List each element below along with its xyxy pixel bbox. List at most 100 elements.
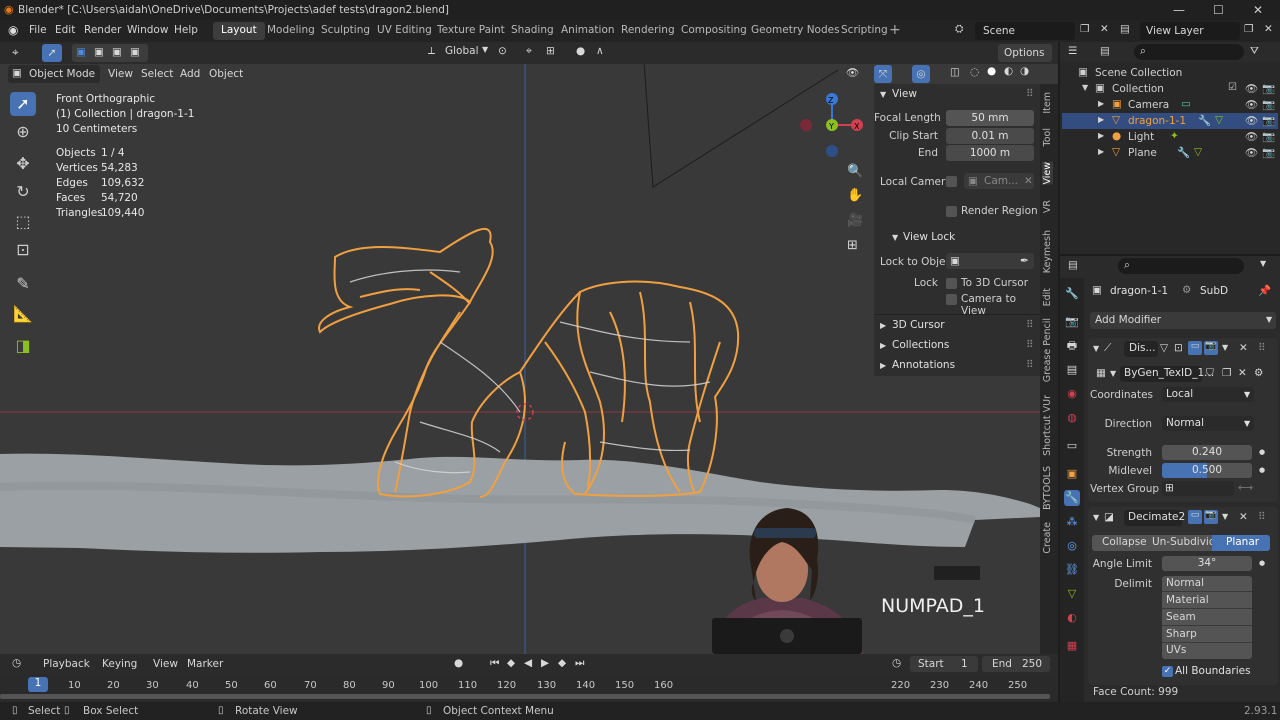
solid-shading-icon[interactable]: ● (987, 65, 996, 77)
keyframe-dot-icon[interactable]: ● (1259, 559, 1265, 567)
next-keyframe-icon[interactable]: ◆ (558, 657, 566, 669)
eye-icon[interactable]: 👁 (1245, 114, 1258, 127)
scene-selector[interactable]: Scene (975, 22, 1075, 40)
menu-object[interactable]: Object (209, 68, 243, 80)
chevron-down-icon[interactable]: ▼ (1260, 259, 1266, 268)
play-icon[interactable]: ▶ (541, 657, 549, 669)
outliner-collection[interactable]: ▼ ▣ Collection ☑ 👁 📷 (1062, 81, 1278, 97)
camera-data-icon[interactable]: ▭ (1181, 98, 1191, 110)
outliner-item-plane[interactable]: ▶ ▽ Plane 🔧 ▽ 👁 📷 (1062, 145, 1278, 161)
outliner-editor-icon[interactable]: ☰ (1068, 45, 1077, 57)
outliner-item-dragon[interactable]: ▶ ▽ dragon-1-1 🔧 ▽ 👁 📷 (1062, 113, 1278, 129)
minimize-button[interactable]: — (1173, 3, 1185, 17)
zoom-icon[interactable]: 🔍 (847, 164, 863, 179)
current-frame-indicator[interactable]: 1 (28, 677, 48, 692)
eye-icon[interactable]: 👁 (1245, 130, 1258, 143)
close-window-button[interactable]: ✕ (1253, 3, 1263, 17)
delimit-seam[interactable]: Seam (1162, 609, 1252, 626)
falloff-icon[interactable]: ∧ (596, 45, 604, 57)
tab-item[interactable]: Item (1042, 92, 1053, 114)
render-toggle-icon[interactable]: 📷 (1204, 510, 1218, 524)
menu-playback[interactable]: Playback (43, 658, 90, 670)
gizmo-toggle-icon[interactable]: ⤧ (874, 65, 892, 83)
timeline-editor-icon[interactable]: ◷ (12, 657, 21, 669)
options-dropdown[interactable]: Options (998, 44, 1052, 62)
measure-tool-icon[interactable]: 📐 (10, 302, 36, 326)
ortho-grid-icon[interactable]: ⊞ (847, 238, 858, 253)
cursor-tool-icon[interactable]: ⊕ (10, 120, 36, 144)
chevron-right-icon[interactable]: ▶ (880, 361, 886, 370)
drag-handle-icon[interactable]: ⠿ (1026, 319, 1034, 331)
cage-toggle-icon[interactable]: ⊡ (1174, 342, 1183, 354)
chevron-right-icon[interactable]: ▶ (880, 321, 886, 330)
local-camera-field[interactable]: ▣ Cam... ✕ (964, 173, 1034, 189)
move-tool-icon[interactable]: ✥ (10, 152, 36, 176)
lock-object-field[interactable]: ▣ ✒ (946, 253, 1034, 269)
delimit-material[interactable]: Material (1162, 592, 1252, 609)
menu-edit[interactable]: Edit (55, 24, 75, 36)
set-selection-icon[interactable]: ▣ (76, 46, 86, 58)
select-box-tool-icon[interactable]: ➚ (10, 92, 36, 116)
camera-render-icon[interactable]: 📷 (1262, 130, 1275, 143)
pan-hand-icon[interactable]: ✋ (847, 188, 863, 203)
rotate-tool-icon[interactable]: ↻ (10, 180, 36, 204)
3d-viewport[interactable]: Z X Y ⌖ ➚ ▣ ▣ ▣ ▣ ⟂ Global ▼ ⊙ ⌖ ⊞ ● ∧ O… (0, 42, 1058, 654)
add-workspace-icon[interactable]: + (889, 22, 901, 38)
lock-cursor-checkbox[interactable] (946, 278, 957, 289)
menu-view[interactable]: View (108, 68, 133, 80)
chevron-down-icon[interactable]: ▼ (1093, 344, 1099, 353)
mode-planar-button[interactable]: Planar (1212, 535, 1270, 551)
tab-scripting[interactable]: Scripting (833, 22, 896, 40)
visibility-icon[interactable]: 👁 (846, 66, 859, 79)
eye-icon[interactable]: 👁 (1245, 82, 1258, 95)
chevron-right-icon[interactable]: ▶ (1098, 115, 1104, 124)
tab-geometry-nodes[interactable]: Geometry Nodes (743, 22, 848, 40)
fake-user-shield-icon[interactable]: ⛉ (1206, 367, 1214, 380)
rendered-shading-icon[interactable]: ◑ (1020, 65, 1029, 77)
duplicate-icon[interactable]: ❐ (1222, 367, 1231, 379)
invert-arrows-icon[interactable]: ⟷ (1238, 482, 1253, 494)
mode-selector[interactable]: ▣ Object Mode (8, 65, 100, 83)
chevron-down-icon[interactable]: ▼ (880, 90, 886, 99)
tab-vr[interactable]: VR (1042, 200, 1053, 213)
material-shading-icon[interactable]: ◐ (1004, 65, 1013, 77)
view-layer-icon[interactable]: ▤ (1120, 23, 1130, 35)
drag-handle-icon[interactable]: ⠿ (1026, 88, 1034, 100)
mesh-data-icon[interactable]: ▽ (1194, 146, 1202, 158)
camera-render-icon[interactable]: 📷 (1262, 82, 1275, 95)
vertex-group-field[interactable]: ⊞ (1162, 481, 1234, 496)
timeline-scrollbar[interactable] (0, 694, 1050, 699)
menu-window[interactable]: Window (127, 24, 168, 36)
modifier-properties-icon[interactable]: 🔧 (1064, 490, 1080, 506)
clip-end-field[interactable]: 1000 m (946, 145, 1034, 161)
remove-modifier-icon[interactable]: ✕ (1239, 342, 1248, 354)
viewport-toggle-icon[interactable]: ▭ (1188, 341, 1202, 355)
angle-limit-field[interactable]: 34° (1162, 556, 1252, 571)
view-lock-header[interactable]: View Lock (903, 231, 955, 243)
invert-selection-icon[interactable]: ▣ (130, 46, 140, 58)
chevron-down-icon[interactable]: ▼ (1082, 83, 1088, 92)
properties-search-input[interactable]: ⌕ (1118, 258, 1244, 274)
chevron-down-icon[interactable]: ▼ (1110, 369, 1116, 378)
tab-edit[interactable]: Edit (1042, 288, 1053, 306)
add-cube-tool-icon[interactable]: ◨ (10, 334, 36, 358)
properties-editor-icon[interactable]: ▤ (1068, 259, 1078, 271)
tab-keymesh[interactable]: Keymesh (1042, 230, 1053, 273)
drag-handle-icon[interactable]: ⠿ (1258, 342, 1266, 354)
output-properties-icon[interactable]: 🖶 (1064, 338, 1080, 354)
unlink-icon[interactable]: ✕ (1238, 367, 1247, 379)
delete-scene-icon[interactable]: ✕ (1100, 23, 1109, 35)
drag-handle-icon[interactable]: ⠿ (1026, 359, 1034, 371)
chevron-down-icon[interactable]: ▼ (1222, 343, 1228, 352)
section-annotations[interactable]: Annotations (892, 359, 955, 371)
tab-bytools[interactable]: BYTOOLS (1042, 466, 1053, 510)
texture-icon[interactable]: ▦ (1064, 638, 1080, 654)
drag-handle-icon[interactable]: ⠿ (1026, 339, 1034, 351)
texture-icon[interactable]: ▦ (1096, 367, 1106, 379)
object-data-icon[interactable]: ▽ (1064, 586, 1080, 602)
start-frame-field[interactable]: Start 1 (910, 656, 978, 672)
extend-selection-icon[interactable]: ▣ (94, 46, 104, 58)
camera-view-icon[interactable]: 🎥 (847, 213, 863, 228)
mesh-data-icon[interactable]: ▽ (1215, 114, 1223, 126)
pin-icon[interactable]: 📌 (1258, 284, 1271, 297)
